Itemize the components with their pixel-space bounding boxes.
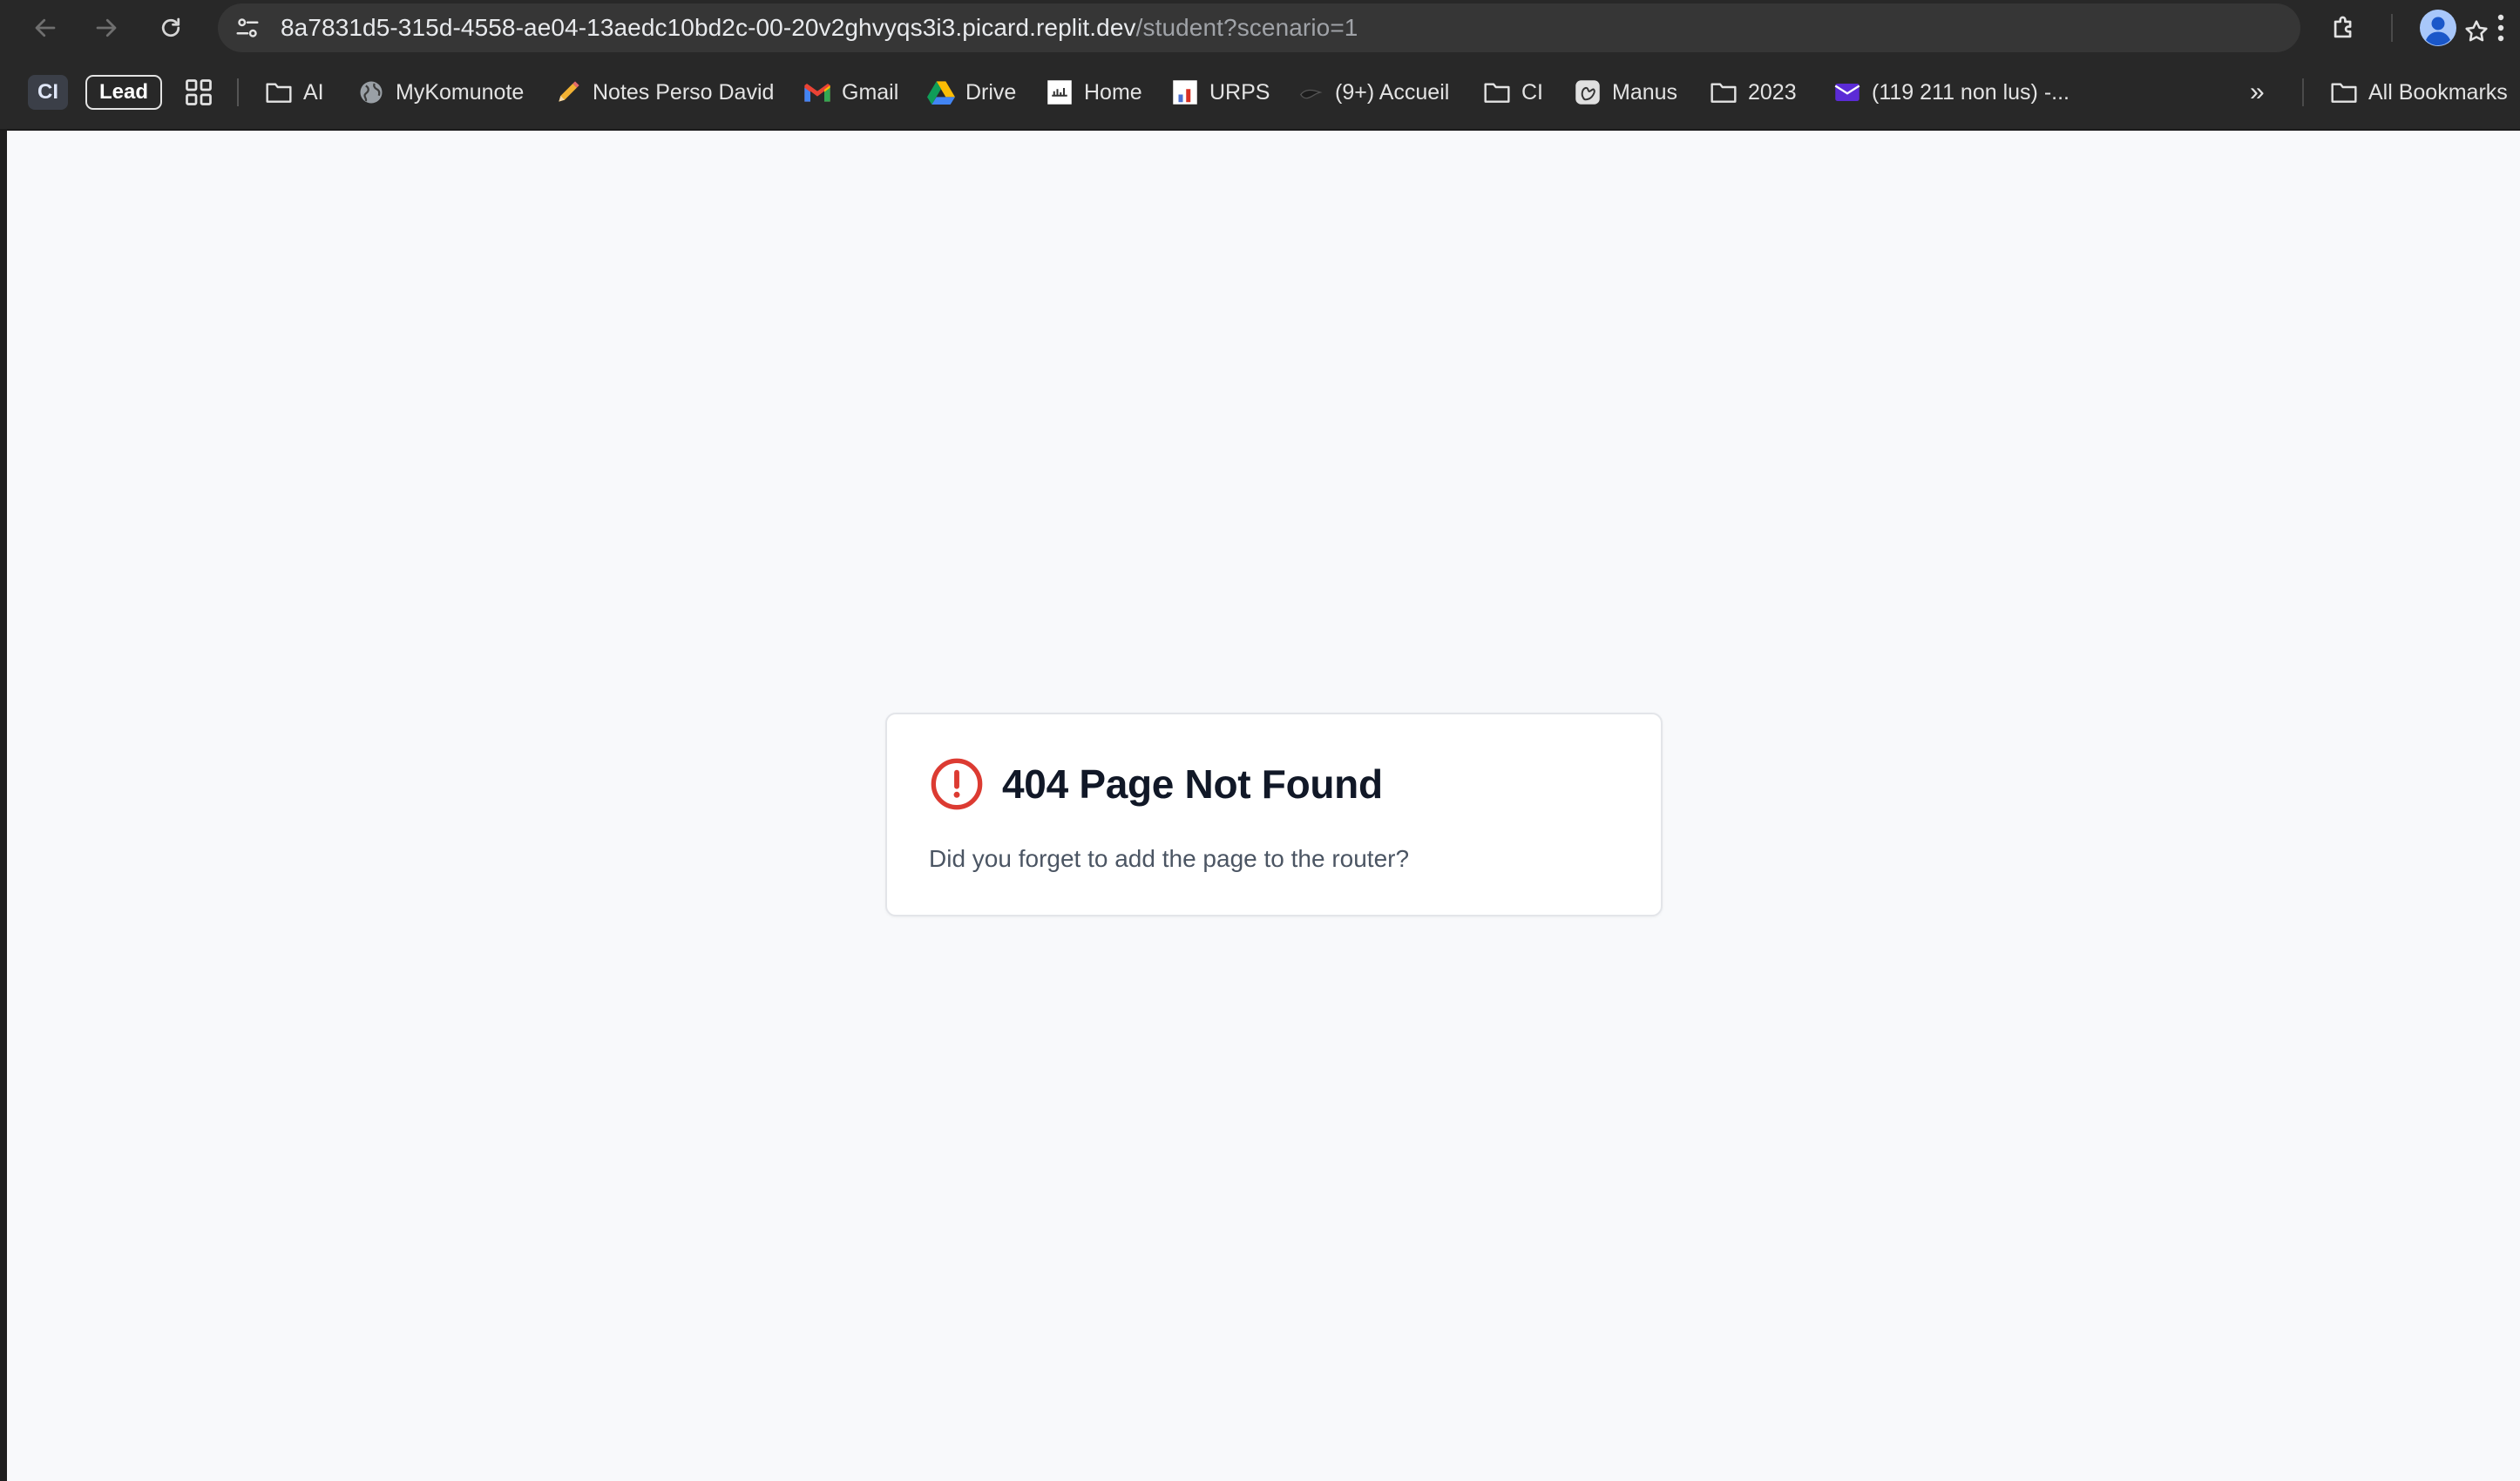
address-bar[interactable]: 8a7831d5-315d-4558-ae04-13aedc10bd2c-00-…	[218, 3, 2488, 52]
bookmarks-bar: CI Lead AI MyKomunote Notes Perso David …	[0, 56, 2520, 131]
bookmarks-divider	[2302, 78, 2304, 106]
bookmark-2023[interactable]: 2023	[1710, 56, 1797, 129]
bookmark-label: (9+) Accueil	[1335, 79, 1450, 105]
profile-button[interactable]	[2419, 9, 2457, 47]
extensions-button[interactable]	[2323, 7, 2365, 49]
bookmark-home[interactable]: Home	[1046, 56, 1142, 129]
all-bookmarks-button[interactable]: All Bookmarks	[2330, 56, 2508, 129]
reload-icon	[161, 17, 180, 37]
bookmark-label: Gmail	[842, 79, 899, 105]
back-arrow-icon	[35, 18, 56, 37]
folder-icon	[265, 78, 293, 106]
bookmark-label: MyKomunote	[396, 79, 525, 105]
apps-grid-icon[interactable]	[183, 77, 214, 108]
bookmarks-divider	[237, 78, 239, 106]
alert-circle-icon	[931, 758, 983, 810]
card-header: 404 Page Not Found	[929, 756, 1383, 812]
bookmark-label: Drive	[965, 79, 1017, 105]
bookmark-notes-perso-david[interactable]: Notes Perso David	[554, 56, 774, 129]
pencil-icon	[554, 78, 582, 106]
folder-icon	[1483, 78, 1511, 106]
globe-icon	[357, 78, 385, 106]
bookmark-drive[interactable]: Drive	[927, 56, 1016, 129]
folder-icon	[2330, 78, 2358, 106]
drive-icon	[927, 78, 955, 106]
gmail-icon	[803, 78, 831, 106]
back-button[interactable]	[24, 7, 66, 49]
url-path: /student?scenario=1	[1135, 14, 1358, 41]
bookmark-manus[interactable]: Manus	[1574, 56, 1677, 129]
manus-icon	[1574, 78, 1602, 106]
site-info-button[interactable]	[230, 10, 265, 45]
bookmark-accueil[interactable]: (9+) Accueil	[1297, 56, 1449, 129]
home-favicon-icon	[1046, 78, 1074, 106]
bookmark-mykomunote[interactable]: MyKomunote	[357, 56, 524, 129]
bookmark-ai[interactable]: AI	[265, 56, 324, 129]
bookmark-label: (119 211 non lus) -...	[1872, 79, 2070, 105]
bookmark-label: Notes Perso David	[593, 79, 775, 105]
url-host: 8a7831d5-315d-4558-ae04-13aedc10bd2c-00-…	[281, 14, 1136, 41]
bookmark-mail-unread[interactable]: (119 211 non lus) -...	[1833, 56, 2070, 129]
kebab-menu-icon	[2497, 14, 2504, 42]
bookmark-label: URPS	[1209, 79, 1270, 105]
not-found-card: 404 Page Not Found Did you forget to add…	[885, 713, 1663, 916]
chevrons-right-icon: »	[2250, 78, 2265, 106]
bookmark-label: Home	[1084, 79, 1142, 105]
site-info-tune-icon	[236, 18, 259, 37]
url-text[interactable]: 8a7831d5-315d-4558-ae04-13aedc10bd2c-00-…	[281, 3, 1358, 52]
browser-toolbar: 8a7831d5-315d-4558-ae04-13aedc10bd2c-00-…	[0, 0, 2520, 56]
bookmark-urps[interactable]: URPS	[1171, 56, 1270, 129]
bookmark-ci-chip[interactable]: CI	[28, 75, 68, 110]
error-message: Did you forget to add the page to the ro…	[929, 845, 1410, 872]
reload-button[interactable]	[150, 7, 192, 49]
bookmark-lead-chip[interactable]: Lead	[85, 75, 162, 110]
accueil-favicon-icon	[1297, 78, 1324, 106]
bookmark-label: CI	[1521, 79, 1543, 105]
folder-icon	[1710, 78, 1738, 106]
bookmark-gmail[interactable]: Gmail	[803, 56, 898, 129]
bookmark-label: 2023	[1748, 79, 1797, 105]
page-title: 404 Page Not Found	[1002, 761, 1383, 807]
bookmarks-overflow-button[interactable]: »	[2250, 56, 2265, 129]
browser-menu-button[interactable]	[2485, 9, 2517, 47]
bookmark-label: Manus	[1612, 79, 1678, 105]
page-content: 404 Page Not Found Did you forget to add…	[7, 131, 2520, 1481]
bookmark-ci-folder[interactable]: CI	[1483, 56, 1543, 129]
forward-arrow-icon	[96, 18, 117, 37]
urps-favicon-icon	[1171, 78, 1199, 106]
profile-avatar-icon	[2420, 10, 2456, 46]
toolbar-divider	[2391, 14, 2393, 42]
mail-envelope-icon	[1833, 78, 1861, 106]
all-bookmarks-label: All Bookmarks	[2368, 79, 2508, 105]
forward-button[interactable]	[85, 7, 127, 49]
extensions-puzzle-icon	[2334, 16, 2352, 38]
bookmark-label: AI	[303, 79, 324, 105]
